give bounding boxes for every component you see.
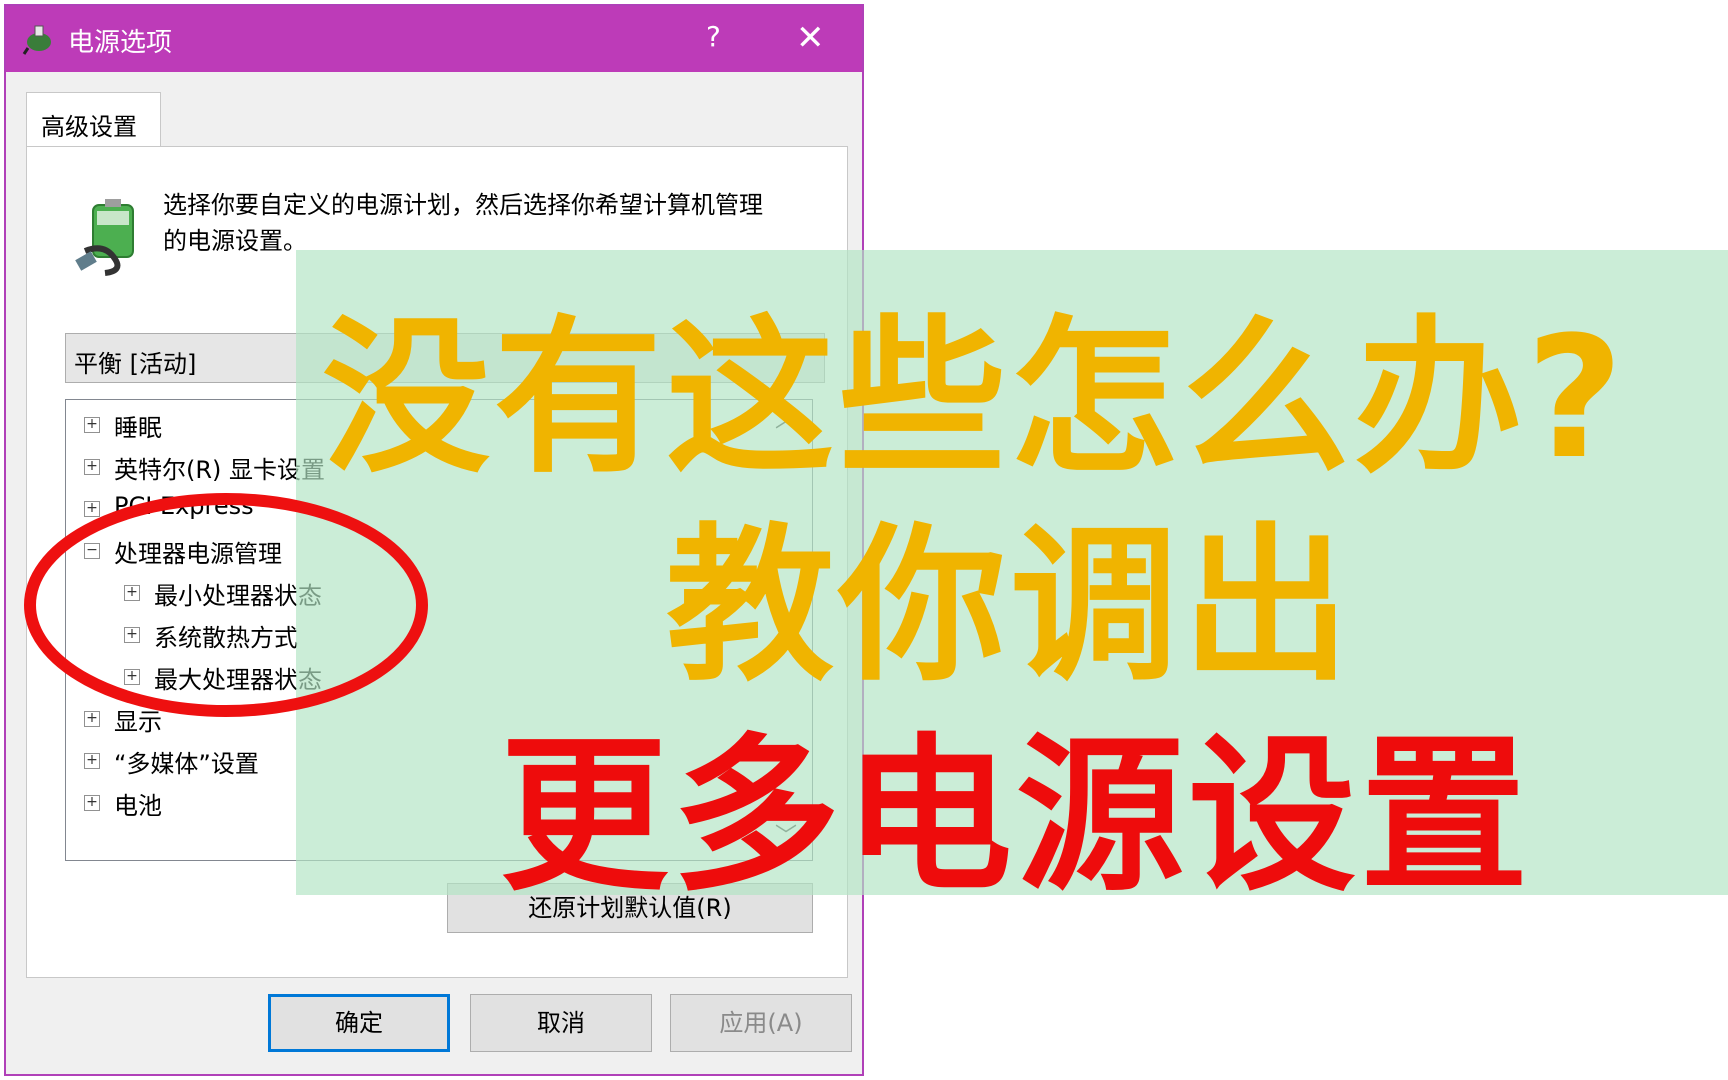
expand-icon[interactable]: + <box>84 753 100 769</box>
title-bar[interactable]: 电源选项 ? ✕ <box>6 6 862 72</box>
tree-item-label: “多媒体”设置 <box>114 750 259 778</box>
caption-line-2: 教你调出 <box>666 508 1354 704</box>
expand-icon[interactable]: + <box>84 795 100 811</box>
ok-button[interactable]: 确定 <box>268 994 450 1052</box>
close-button[interactable]: ✕ <box>796 18 825 58</box>
caption-line-1: 没有这些怎么办? <box>322 300 1628 496</box>
tree-item-label: 英特尔(R) 显卡设置 <box>114 456 326 484</box>
description-line-1: 选择你要自定义的电源计划，然后选择你希望计算机管理 <box>163 191 763 219</box>
help-button[interactable]: ? <box>706 20 721 53</box>
expand-icon[interactable]: + <box>84 417 100 433</box>
power-plug-icon <box>22 25 51 55</box>
cancel-button[interactable]: 取消 <box>470 994 652 1052</box>
window-title: 电源选项 <box>68 28 173 58</box>
apply-button[interactable]: 应用(A) <box>670 994 852 1052</box>
plan-dropdown-value: 平衡 [活动] <box>74 350 197 378</box>
tree-item-label: 电池 <box>114 792 162 820</box>
tree-item-label: 睡眠 <box>114 414 162 442</box>
description-text: 选择你要自定义的电源计划，然后选择你希望计算机管理 的电源设置。 <box>163 187 823 259</box>
tab-advanced-settings[interactable]: 高级设置 <box>26 92 161 148</box>
battery-plug-icon <box>75 199 134 276</box>
highlight-ellipse <box>24 493 428 717</box>
expand-icon[interactable]: + <box>84 459 100 475</box>
caption-line-3: 更多电源设置 <box>500 718 1532 914</box>
tab-label: 高级设置 <box>41 113 137 141</box>
